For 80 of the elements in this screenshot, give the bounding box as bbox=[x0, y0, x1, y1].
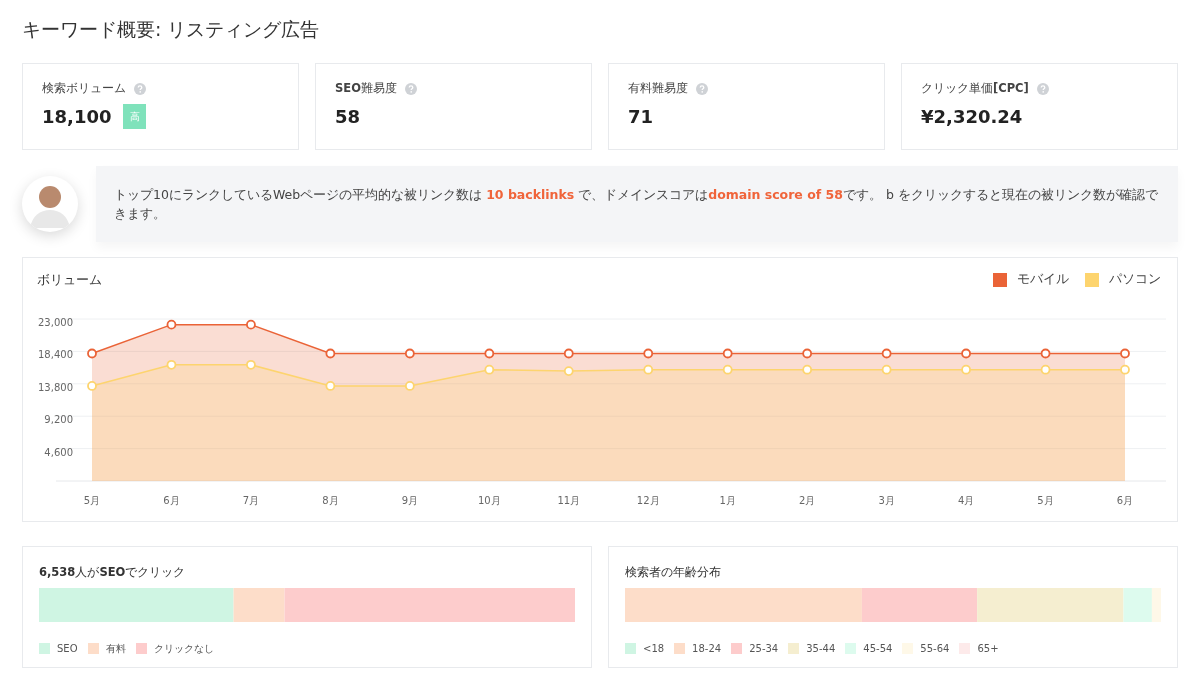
legend-label: 55-64 bbox=[920, 642, 950, 656]
data-point bbox=[563, 365, 574, 376]
y-tick-label: 18,400 bbox=[38, 348, 73, 360]
avatar bbox=[22, 176, 78, 232]
y-tick-label: 9,200 bbox=[44, 413, 73, 425]
data-point bbox=[881, 364, 892, 375]
metric-label: 有料難易度 bbox=[628, 80, 688, 97]
legend-label: モバイル bbox=[1017, 270, 1069, 289]
level-badge: 高 bbox=[123, 104, 147, 130]
chart-title: ボリューム bbox=[37, 271, 102, 289]
data-point bbox=[1120, 364, 1130, 375]
x-tick-label: 1月 bbox=[719, 494, 736, 506]
data-point bbox=[961, 364, 971, 375]
help-icon[interactable] bbox=[404, 82, 417, 95]
metric-value: 58 bbox=[335, 105, 361, 130]
panel-title: 6,538人がSEOでクリック bbox=[39, 564, 187, 580]
data-point bbox=[722, 348, 733, 358]
legend-label: 18-24 bbox=[692, 642, 722, 656]
data-point bbox=[802, 348, 813, 358]
data-point bbox=[87, 348, 97, 358]
legend-label: パソコン bbox=[1109, 270, 1161, 289]
data-point bbox=[1040, 348, 1051, 358]
data-point bbox=[484, 348, 495, 358]
legend-label: SEO bbox=[57, 642, 78, 656]
data-point bbox=[246, 359, 256, 370]
panel-title: 検索者の年齢分布 bbox=[625, 564, 722, 580]
data-point bbox=[881, 348, 892, 358]
legend-swatch bbox=[993, 272, 1007, 287]
y-tick-label: 13,800 bbox=[38, 381, 73, 393]
help-icon[interactable] bbox=[1036, 82, 1049, 95]
data-point bbox=[643, 364, 654, 375]
data-point bbox=[404, 380, 415, 391]
legend-label: 25-34 bbox=[749, 642, 779, 656]
legend-swatch bbox=[1085, 272, 1099, 287]
data-point bbox=[802, 364, 813, 375]
x-tick-label: 3月 bbox=[878, 494, 895, 506]
legend-label: クリックなし bbox=[153, 642, 214, 656]
x-tick-label: 9月 bbox=[401, 494, 419, 506]
data-point bbox=[484, 364, 495, 375]
data-point bbox=[1040, 364, 1051, 375]
metric-label: クリック単価[CPC] bbox=[921, 80, 1029, 97]
help-icon[interactable] bbox=[696, 82, 708, 95]
data-point bbox=[722, 364, 733, 375]
metric-label: 検索ボリューム bbox=[42, 80, 126, 97]
data-point bbox=[325, 348, 336, 358]
metric-label: SEO難易度 bbox=[335, 80, 397, 97]
x-tick-label: 8月 bbox=[322, 494, 339, 506]
help-icon[interactable] bbox=[134, 82, 146, 95]
data-point bbox=[166, 359, 177, 370]
data-point bbox=[87, 380, 97, 391]
x-tick-label: 6月 bbox=[163, 494, 180, 506]
data-point bbox=[961, 348, 971, 358]
x-tick-label: 7月 bbox=[242, 494, 260, 506]
legend-label: 65+ bbox=[977, 642, 999, 656]
data-point bbox=[404, 348, 415, 358]
x-tick-label: 11月 bbox=[557, 494, 581, 506]
x-tick-label: 5月 bbox=[1037, 494, 1054, 506]
x-tick-label: 6月 bbox=[1116, 494, 1134, 506]
legend-label: <18 bbox=[643, 642, 665, 656]
legend-label: 35-44 bbox=[806, 642, 836, 656]
data-point bbox=[325, 380, 336, 391]
metric-value: 71 bbox=[628, 105, 654, 130]
x-tick-label: 12月 bbox=[636, 494, 660, 506]
y-tick-label: 23,000 bbox=[38, 316, 73, 328]
y-tick-label: 4,600 bbox=[44, 446, 73, 458]
x-tick-label: 4月 bbox=[957, 494, 975, 506]
metric-value: 18,100 bbox=[42, 105, 112, 130]
data-point bbox=[166, 319, 177, 330]
data-point bbox=[246, 319, 256, 330]
data-point bbox=[563, 348, 574, 358]
x-tick-label: 10月 bbox=[477, 494, 501, 506]
metric-value: ¥2,320.24 bbox=[921, 105, 1023, 130]
x-tick-label: 2月 bbox=[798, 494, 816, 506]
legend-label: 有料 bbox=[105, 642, 126, 656]
data-point bbox=[643, 348, 654, 358]
tip-text: トップ10にランクしているWebページの平均的な被リンク数は 10 backlinks で、ドメインスコアはdomain score of 58です。 b をクリックすると現在の被リンク数が確認できます。 bbox=[114, 186, 1159, 223]
data-point bbox=[1120, 348, 1130, 358]
x-tick-label: 5月 bbox=[83, 494, 101, 506]
page-title: キーワード概要: リスティング広告 bbox=[22, 17, 321, 42]
legend-label: 45-54 bbox=[863, 642, 893, 656]
